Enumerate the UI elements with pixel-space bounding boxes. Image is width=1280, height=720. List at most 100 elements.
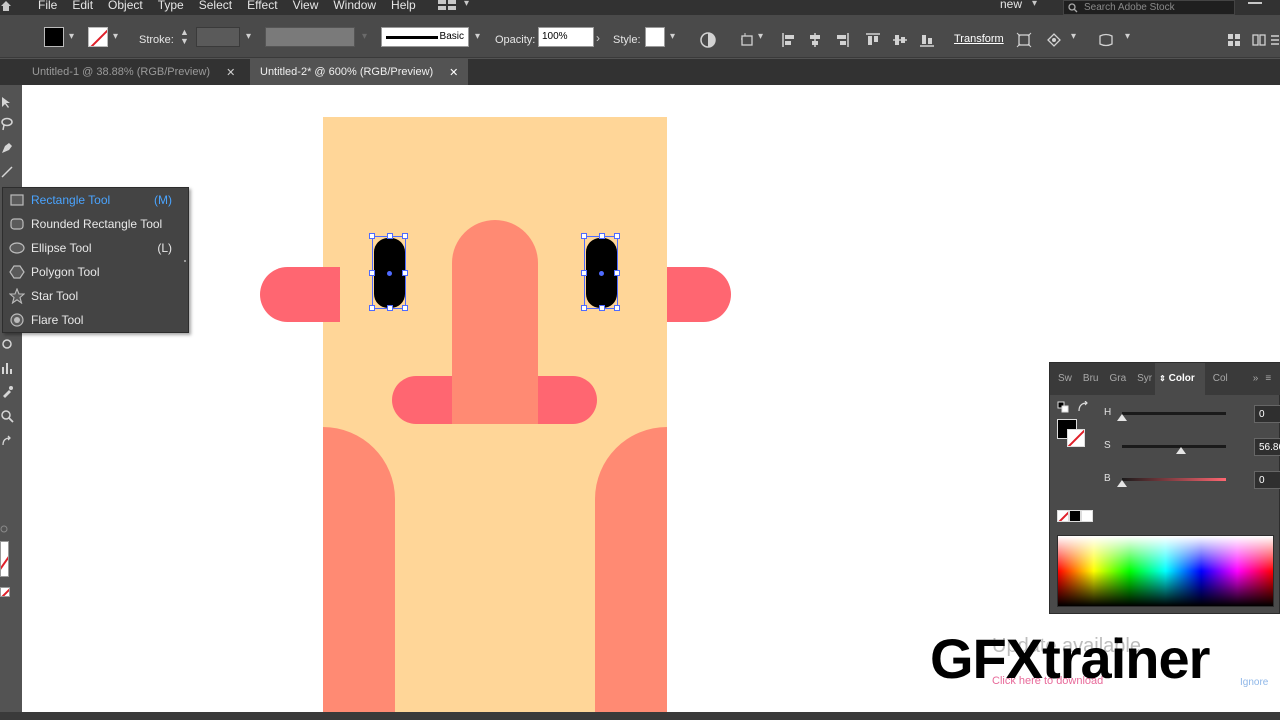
none-color-icon[interactable]	[0, 587, 10, 597]
menu-select[interactable]: Select	[199, 0, 232, 12]
saturation-knob[interactable]	[1176, 447, 1187, 454]
variable-width-profile[interactable]	[265, 27, 355, 47]
tab-symbols[interactable]: Syr	[1129, 363, 1155, 395]
pen-icon[interactable]	[0, 141, 14, 155]
brightness-knob[interactable]	[1117, 480, 1127, 487]
chevron-down-icon[interactable]: ▾	[1125, 31, 1130, 51]
swap-fill-stroke-icon[interactable]	[1077, 400, 1089, 413]
brush-definition[interactable]: Basic	[381, 27, 469, 47]
right-ear[interactable]	[667, 267, 731, 322]
chevron-down-icon[interactable]: ▾	[113, 31, 118, 51]
flare-tool-item[interactable]: Flare Tool	[3, 308, 188, 332]
tab-untitled-2[interactable]: Untitled-2* @ 600% (RGB/Preview) ✕	[250, 59, 469, 85]
direct-selection-icon[interactable]	[0, 95, 14, 109]
left-ear[interactable]	[260, 267, 340, 322]
left-arm[interactable]	[323, 427, 395, 712]
chevron-down-icon[interactable]: ▾	[670, 31, 675, 51]
draw-mode-icon[interactable]	[0, 525, 8, 533]
envelope-distort-icon[interactable]	[1098, 32, 1114, 48]
tab-color[interactable]: ⇕ Color	[1155, 363, 1205, 395]
chevron-down-icon[interactable]: ▾	[1032, 0, 1037, 9]
right-eye-selection[interactable]	[581, 233, 620, 311]
chevron-down-icon[interactable]: ▾	[475, 31, 480, 51]
right-arm[interactable]	[595, 427, 667, 712]
arrange-documents-icon[interactable]	[438, 0, 458, 10]
hue-slider[interactable]	[1122, 412, 1226, 415]
fill-swatch[interactable]	[44, 27, 64, 47]
default-colors-icon[interactable]	[1057, 401, 1069, 413]
menu-effect[interactable]: Effect	[247, 0, 277, 12]
tab-gradient[interactable]: Gra	[1101, 363, 1129, 395]
align-right-icon[interactable]	[834, 32, 850, 48]
menu-file[interactable]: File	[38, 0, 57, 12]
align-top-icon[interactable]	[865, 32, 881, 48]
polygon-tool-item[interactable]: Polygon Tool	[3, 260, 188, 284]
tab-swatches[interactable]: Sw	[1050, 363, 1075, 395]
stroke-swatch[interactable]	[88, 27, 108, 47]
menu-type[interactable]: Type	[158, 0, 184, 12]
tab-color-guide[interactable]: Col	[1205, 363, 1231, 395]
eyedropper-icon[interactable]	[0, 385, 14, 399]
brightness-slider[interactable]	[1122, 478, 1226, 481]
black-swatch[interactable]	[1069, 510, 1081, 522]
minimize-icon[interactable]	[1248, 2, 1262, 4]
isolate-object-icon[interactable]	[1016, 32, 1032, 48]
menu-help[interactable]: Help	[391, 0, 416, 12]
hue-knob[interactable]	[1117, 414, 1127, 421]
lasso-icon[interactable]	[0, 117, 14, 131]
nose[interactable]	[452, 220, 538, 424]
tab-brushes[interactable]: Bru	[1075, 363, 1102, 395]
ellipse-tool-item[interactable]: Ellipse Tool (L)	[3, 236, 188, 260]
menu-edit[interactable]: Edit	[72, 0, 93, 12]
chevron-down-icon[interactable]: ▾	[758, 31, 763, 51]
arrange-icon[interactable]	[1251, 32, 1267, 48]
opacity-field[interactable]: 100%	[538, 27, 594, 47]
brightness-value-field[interactable]: 0	[1254, 471, 1280, 489]
opacity-label[interactable]: Opacity:	[495, 34, 535, 54]
close-icon[interactable]: ✕	[226, 66, 235, 79]
zoom-icon[interactable]	[0, 409, 14, 423]
star-tool-item[interactable]: Star Tool	[3, 284, 188, 308]
hue-value-field[interactable]: 0	[1254, 405, 1280, 423]
saturation-slider[interactable]	[1122, 445, 1226, 448]
puppet-warp-icon[interactable]	[1046, 32, 1062, 48]
stock-search-input[interactable]: Search Adobe Stock	[1063, 0, 1235, 15]
recolor-artwork-icon[interactable]	[700, 32, 716, 48]
white-swatch[interactable]	[1081, 510, 1093, 522]
none-swatch[interactable]	[1057, 510, 1069, 522]
chevron-down-icon[interactable]: ▾	[69, 31, 74, 51]
align-left-icon[interactable]	[781, 32, 797, 48]
left-eye-selection[interactable]	[369, 233, 408, 311]
color-spectrum[interactable]	[1057, 535, 1274, 607]
align-to-icon[interactable]	[740, 32, 756, 48]
menu-window[interactable]: Window	[333, 0, 376, 12]
rotate-icon[interactable]	[0, 337, 14, 351]
transform-link[interactable]: Transform	[954, 33, 1004, 53]
menu-object[interactable]: Object	[108, 0, 143, 12]
align-bottom-icon[interactable]	[919, 32, 935, 48]
menu-view[interactable]: View	[293, 0, 319, 12]
menu-icon[interactable]	[1270, 32, 1280, 48]
align-middle-icon[interactable]	[892, 32, 908, 48]
close-icon[interactable]: ✕	[449, 66, 458, 79]
tearoff-handle[interactable]	[184, 260, 186, 262]
saturation-value-field[interactable]: 56.86	[1254, 438, 1280, 456]
chevron-right-icon[interactable]: ›	[596, 31, 600, 51]
graphic-style-swatch[interactable]	[645, 27, 665, 47]
stroke-color-swatch[interactable]	[0, 541, 9, 577]
panel-menu-icon[interactable]: ≡	[1261, 363, 1274, 395]
rounded-rectangle-tool-item[interactable]: Rounded Rectangle Tool	[3, 212, 188, 236]
panel-grid-icon[interactable]	[1226, 32, 1242, 48]
workspace-switcher[interactable]: new	[1000, 0, 1022, 11]
swap-colors-icon[interactable]	[0, 435, 14, 449]
panel-collapse-icon[interactable]: »	[1245, 363, 1262, 395]
line-segment-icon[interactable]	[0, 165, 14, 179]
update-ignore-link[interactable]: Ignore	[1240, 677, 1268, 688]
align-center-icon[interactable]	[807, 32, 823, 48]
graph-icon[interactable]	[0, 361, 14, 375]
chevron-down-icon[interactable]: ▾	[464, 0, 469, 9]
stroke-weight-field[interactable]	[196, 27, 240, 47]
stroke-weight-stepper[interactable]: ▲ ▼	[180, 28, 189, 48]
app-home-icon[interactable]	[0, 0, 12, 12]
chevron-down-icon[interactable]: ▾	[1071, 31, 1076, 51]
